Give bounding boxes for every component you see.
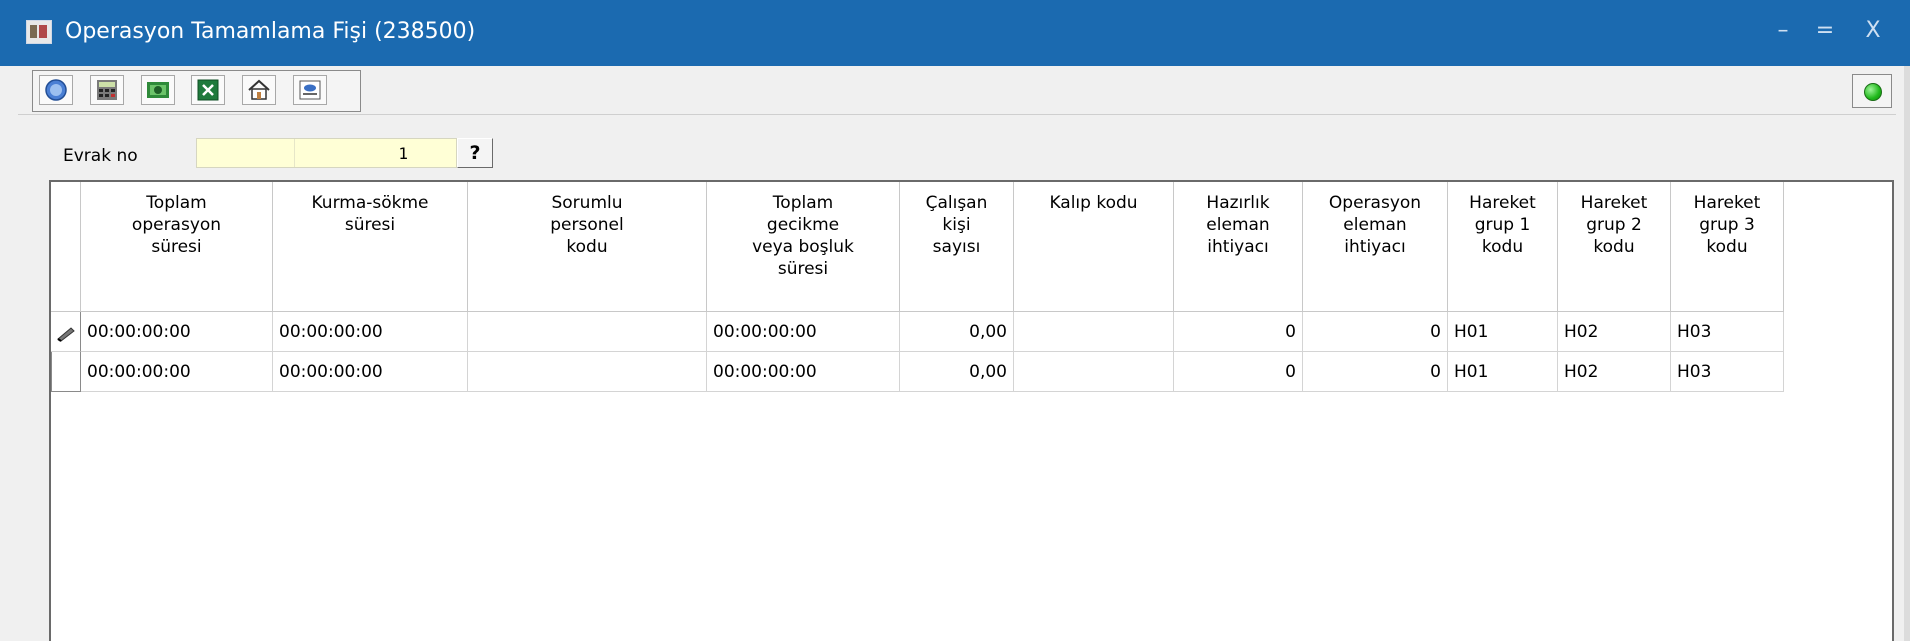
row-indicator[interactable]	[51, 352, 81, 392]
status-indicator[interactable]	[1852, 74, 1892, 108]
help-icon	[45, 79, 67, 101]
minimize-button[interactable]: –	[1768, 16, 1798, 46]
edit-pencil-icon	[57, 327, 75, 342]
cell-prep-staff-need[interactable]: 0	[1174, 352, 1303, 392]
cell-setup-time[interactable]: 00:00:00:00	[273, 352, 468, 392]
money-button[interactable]	[141, 75, 175, 105]
cell-movement-group-3[interactable]: H03	[1671, 352, 1784, 392]
cell-total-operation-time[interactable]: 00:00:00:00	[81, 312, 273, 352]
print-preview-button[interactable]	[293, 75, 327, 105]
excel-icon	[197, 79, 219, 101]
cell-operation-staff-need[interactable]: 0	[1303, 352, 1448, 392]
cell-movement-group-3[interactable]: H03	[1671, 312, 1784, 352]
title-bar[interactable]: Operasyon Tamamlama Fişi (238500) – = X	[0, 0, 1910, 66]
calculator-button[interactable]	[90, 75, 124, 105]
green-status-icon	[1864, 83, 1882, 101]
cell-total-operation-time[interactable]: 00:00:00:00	[81, 352, 273, 392]
column-header[interactable]: Kalıp kodu	[1014, 182, 1174, 312]
column-header[interactable]: Hareket grup 3 kodu	[1671, 182, 1784, 312]
row-indicator-header	[51, 182, 81, 312]
window-edge	[1904, 66, 1910, 641]
column-header[interactable]: Hareket grup 2 kodu	[1558, 182, 1671, 312]
column-header[interactable]: Kurma-sökme süresi	[273, 182, 468, 312]
document-number-label: Evrak no	[63, 146, 138, 166]
cell-worker-count[interactable]: 0,00	[900, 312, 1014, 352]
column-header[interactable]: Çalışan kişi sayısı	[900, 182, 1014, 312]
cell-setup-time[interactable]: 00:00:00:00	[273, 312, 468, 352]
operations-grid[interactable]: Toplam operasyon süresi Kurma-sökme süre…	[49, 180, 1894, 641]
money-icon	[147, 82, 169, 98]
document-number-value: 1	[398, 144, 408, 163]
app-book-icon	[26, 20, 52, 44]
column-header[interactable]: Toplam operasyon süresi	[81, 182, 273, 312]
cell-total-delay-time[interactable]: 00:00:00:00	[707, 352, 900, 392]
cell-responsible-staff[interactable]	[468, 352, 707, 392]
cell-total-delay-time[interactable]: 00:00:00:00	[707, 312, 900, 352]
cell-prep-staff-need[interactable]: 0	[1174, 312, 1303, 352]
toolbar-button-group	[32, 70, 361, 112]
cell-responsible-staff[interactable]	[468, 312, 707, 352]
column-header[interactable]: Operasyon eleman ihtiyacı	[1303, 182, 1448, 312]
excel-button[interactable]	[191, 75, 225, 105]
cell-worker-count[interactable]: 0,00	[900, 352, 1014, 392]
toolbar	[18, 68, 1896, 115]
cell-mold-code[interactable]	[1014, 312, 1174, 352]
cell-movement-group-2[interactable]: H02	[1558, 312, 1671, 352]
document-lookup-button[interactable]: ?	[457, 138, 493, 168]
maximize-button[interactable]: =	[1810, 16, 1840, 46]
column-header[interactable]: Toplam gecikme veya boşluk süresi	[707, 182, 900, 312]
print-preview-icon	[299, 80, 321, 100]
home-button[interactable]	[242, 75, 276, 105]
home-icon	[248, 79, 270, 100]
cell-movement-group-1[interactable]: H01	[1448, 352, 1558, 392]
column-header[interactable]: Hazırlık eleman ihtiyacı	[1174, 182, 1303, 312]
window-title: Operasyon Tamamlama Fişi (238500)	[65, 19, 476, 44]
column-header[interactable]: Hareket grup 1 kodu	[1448, 182, 1558, 312]
row-indicator[interactable]	[51, 312, 81, 352]
column-header[interactable]: Sorumlu personel kodu	[468, 182, 707, 312]
close-button[interactable]: X	[1858, 16, 1888, 46]
operation-completion-window: Operasyon Tamamlama Fişi (238500) – = X	[0, 0, 1910, 641]
cell-mold-code[interactable]	[1014, 352, 1174, 392]
cell-operation-staff-need[interactable]: 0	[1303, 312, 1448, 352]
document-number-input[interactable]: 1	[196, 138, 457, 168]
help-button[interactable]	[39, 75, 73, 105]
cell-movement-group-1[interactable]: H01	[1448, 312, 1558, 352]
form-content: Evrak no 1 ? Toplam operasyon süresi Kur…	[18, 116, 1896, 641]
cell-movement-group-2[interactable]: H02	[1558, 352, 1671, 392]
calculator-icon	[97, 80, 117, 100]
